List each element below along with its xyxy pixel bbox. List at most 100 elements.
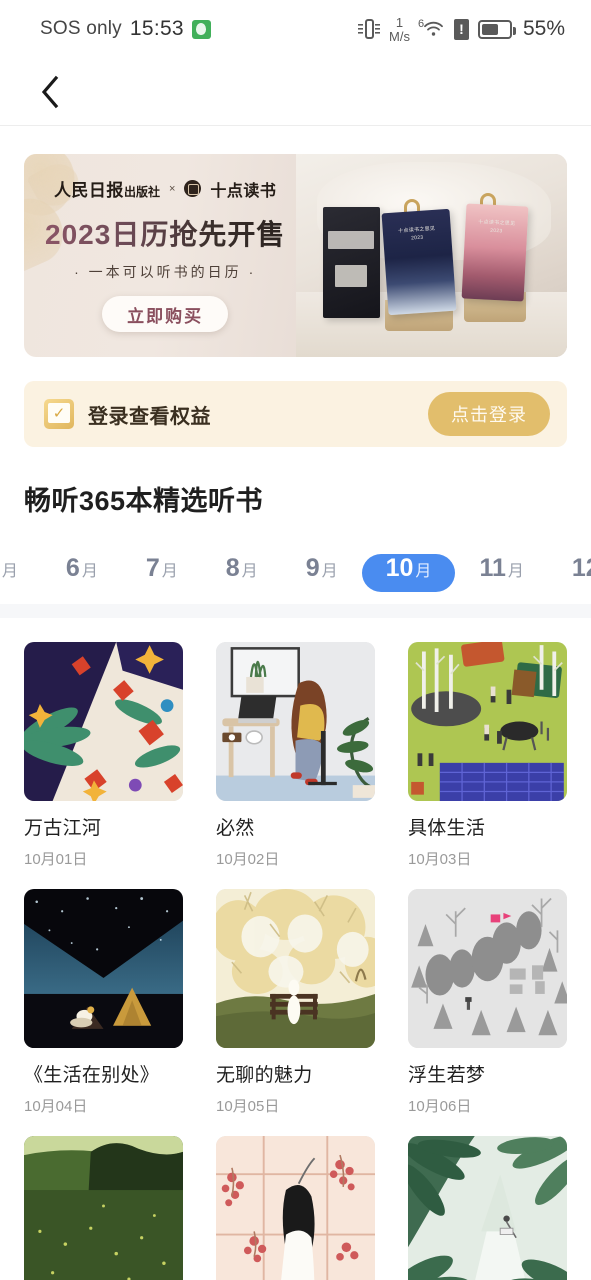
login-button[interactable]: 点击登录 [428,392,550,436]
section-title: 畅听365本精选听书 [24,486,264,516]
calendar2-brand: 十点读书之思见 [477,219,516,228]
month-tab-number: 6 [65,554,80,582]
book-card[interactable]: 具体生活 10月03日 [408,642,567,869]
back-chevron-icon [41,75,59,108]
banner-brand-row: 人民日报出版社 × 十点读书 [54,176,276,201]
month-tab-12[interactable]: 12月 [548,554,591,592]
month-tab-6[interactable]: 6月 [42,554,122,592]
status-bar-right: 1 M/s 6 55% [358,16,565,43]
month-tab-suffix: 月 [415,563,432,580]
book-card[interactable] [408,1136,567,1280]
membership-card-icon [44,399,74,429]
banner-product-photo: 十点读书之思见 2023 十点读书之思见 2023 [295,154,567,357]
month-tab-number: 12 [571,554,591,582]
network-speed-unit: M/s [389,28,410,44]
month-tab-suffix: 月 [81,563,98,580]
back-button[interactable] [28,70,72,114]
gray-winter-forest-cover [408,889,567,1048]
status-bar-left: SOS only 15:53 [40,17,211,41]
book-card[interactable]: 浮生若梦 10月06日 [408,889,567,1116]
month-tab-number: 9 [305,554,320,582]
calendar2-year: 2023 [489,227,503,234]
section-divider-band [0,604,591,618]
month-tab-5[interactable]: 5月 [0,554,42,592]
network-speed-indicator: 1 M/s [389,16,410,43]
clock-label: 15:53 [129,17,184,40]
tropical-collage-cover [24,642,183,801]
book-title: 具体生活 [408,818,486,839]
product-calendar-pink: 十点读书之思见 2023 [461,203,529,302]
night-campfire-cover [24,889,183,1048]
calendar1-year: 2023 [410,234,424,242]
nav-bar [0,58,591,126]
sim-alert-icon [453,18,469,40]
book-title: 《生活在别处》 [24,1065,160,1086]
book-date: 10月04日 [24,1098,88,1115]
book-date: 10月06日 [408,1098,472,1115]
month-tab-number: 10 [385,554,414,582]
book-card[interactable]: 无聊的魅力 10月05日 [216,889,375,1116]
calendar1-brand: 十点读书之思见 [398,225,436,235]
book-date: 10月01日 [24,851,88,868]
vibrate-icon [358,17,381,41]
green-meadow-cover [24,1136,183,1280]
brand-cross-symbol: × [168,182,176,195]
product-gift-box [322,206,380,319]
woman-at-desk-cover [216,642,375,801]
book-date: 10月03日 [408,851,472,868]
green-park-pool-cover [408,642,567,801]
banner-title: 2023日历抢先开售 [45,213,285,253]
month-tabs-list: 5月6月7月8月9月10月11月12月 [0,542,591,604]
status-bar: SOS only 15:53 1 M/s 6 ! 55% [0,0,591,58]
battery-icon [477,19,516,39]
autumn-bench-cover [216,889,375,1048]
month-tab-number: 7 [145,554,160,582]
book-date: 10月02日 [216,851,280,868]
pink-blossom-figure-cover [216,1136,375,1280]
login-prompt-label: 登录查看权益 [88,405,211,428]
book-title: 万古江河 [24,818,102,839]
round-seal-icon [184,180,202,197]
month-tab-number: 11 [479,554,506,582]
book-title: 浮生若梦 [408,1065,486,1086]
book-grid: 万古江河 10月01日 必然 10月02日 具体生活 10月03日 《生活在别处… [0,618,591,1280]
book-card[interactable]: 《生活在别处》 10月04日 [24,889,183,1116]
wifi-icon: 6 [418,18,445,40]
buy-now-button[interactable]: 立即购买 [102,296,229,332]
month-tab-10[interactable]: 10 月 [361,554,456,592]
publisher-name: 人民日报出版社 [53,181,160,200]
month-tab-suffix: 月 [241,563,258,580]
month-tab-suffix: 月 [321,563,338,580]
book-title: 无聊的魅力 [216,1065,313,1086]
month-tabs-scroller[interactable]: 5月6月7月8月9月10月11月12月 [0,542,591,604]
battery-percent-label: 55% [522,17,565,40]
brand-name: 十点读书 [210,182,277,200]
book-card[interactable] [24,1136,183,1280]
wifi-arcs-icon [424,21,443,36]
carrier-label: SOS only [40,18,122,39]
month-tab-suffix: 月 [507,563,524,580]
login-wrapper: 登录查看权益 点击登录 [0,357,591,447]
book-date: 10月05日 [216,1098,280,1115]
month-tab-9[interactable]: 9月 [282,554,362,592]
book-card[interactable]: 万古江河 10月01日 [24,642,183,869]
month-tab-suffix: 月 [161,563,178,580]
book-card[interactable]: 必然 10月02日 [216,642,375,869]
month-tab-7[interactable]: 7月 [122,554,202,592]
month-tab-11[interactable]: 11 月 [455,554,547,592]
login-banner[interactable]: 登录查看权益 点击登录 [24,381,567,447]
month-tab-number: 8 [225,554,240,582]
month-tab-suffix: 月 [1,563,18,580]
tropical-palms-cover [408,1136,567,1280]
promo-banner-wrapper: 十点读书之思见 2023 十点读书之思见 2023 人民日报出版社 × 十点读书… [0,126,591,357]
product-calendar-dark: 十点读书之思见 2023 [381,208,457,315]
green-app-icon [191,19,211,39]
publisher-suffix: 出版社 [123,185,160,199]
book-title: 必然 [216,818,255,839]
promo-banner[interactable]: 十点读书之思见 2023 十点读书之思见 2023 人民日报出版社 × 十点读书… [24,154,567,357]
app-root: SOS only 15:53 1 M/s 6 ! 55% 十点读书之思见 202… [0,0,591,1280]
banner-subtitle: · 一本可以听书的日历 · [74,264,257,280]
banner-text-block: 人民日报出版社 × 十点读书 2023日历抢先开售 · 一本可以听书的日历 · … [24,154,306,357]
month-tab-8[interactable]: 8月 [202,554,282,592]
book-card[interactable] [216,1136,375,1280]
